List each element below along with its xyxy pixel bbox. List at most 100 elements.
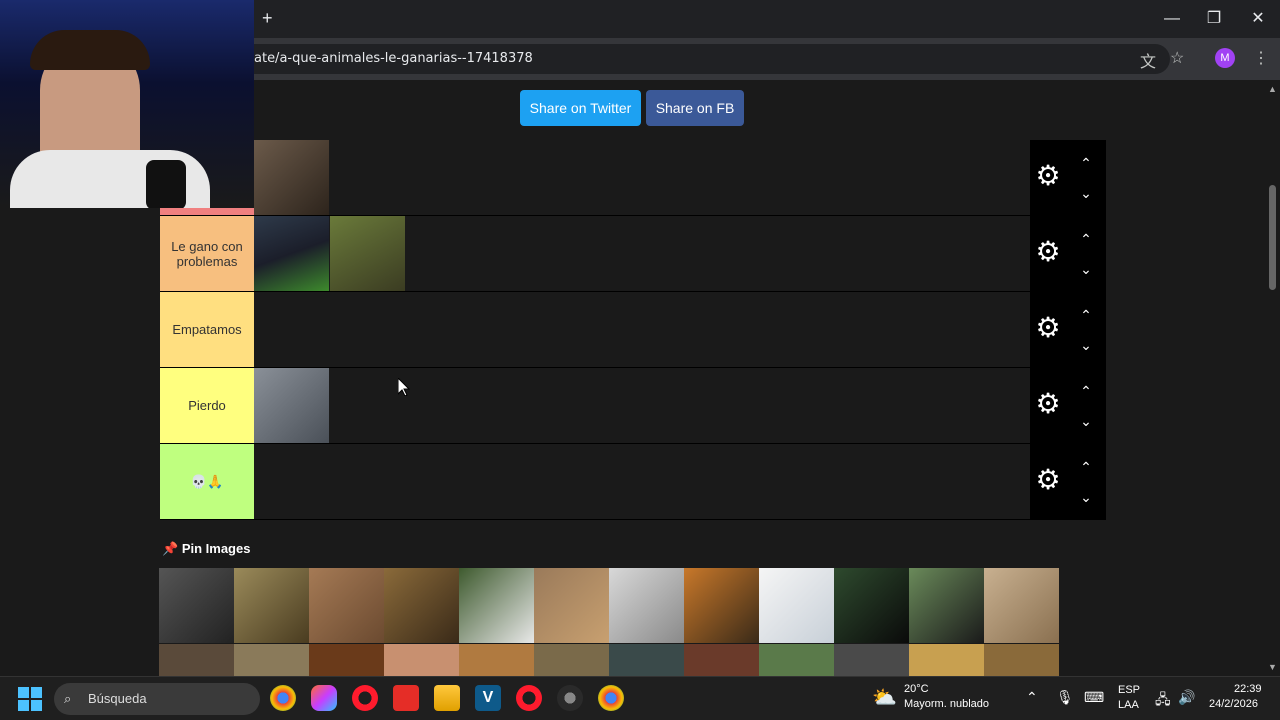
taskbar-search[interactable]: ⌕ Búsqueda xyxy=(54,683,260,715)
animal-tile-mandrill[interactable] xyxy=(159,568,234,643)
scroll-up-icon[interactable]: ▲ xyxy=(1268,84,1277,94)
animal-tile-row2-7[interactable] xyxy=(609,644,684,676)
tier-row-3: Empatamos ⚙ ⌃ ⌄ xyxy=(160,292,1106,368)
animal-tile-tiger[interactable] xyxy=(684,568,759,643)
weather-temp[interactable]: 20°C xyxy=(904,683,929,695)
webcam-overlay xyxy=(0,0,254,208)
chevron-up-icon[interactable]: ⌃ xyxy=(1076,232,1096,246)
tier-dropzone[interactable] xyxy=(254,368,1030,443)
youtube-app-icon[interactable] xyxy=(393,685,419,711)
animal-tile-polar-bear[interactable] xyxy=(759,568,834,643)
bookmark-star-icon[interactable]: ☆ xyxy=(1170,48,1184,68)
search-label: Búsqueda xyxy=(88,691,147,706)
animal-tile-row2-12[interactable] xyxy=(984,644,1059,676)
clock-date[interactable]: 24/2/2026 xyxy=(1209,698,1258,710)
share-twitter-button[interactable]: Share on Twitter xyxy=(520,90,641,126)
minimize-button[interactable]: — xyxy=(1150,0,1194,38)
tier-dropzone[interactable] xyxy=(254,444,1030,519)
clock-time[interactable]: 22:39 xyxy=(1234,683,1262,695)
menu-dots-icon[interactable]: ⋮ xyxy=(1253,48,1269,68)
tier-dropzone[interactable] xyxy=(254,140,1030,215)
gear-icon[interactable]: ⚙ xyxy=(1034,238,1062,266)
animal-tile-turkey[interactable] xyxy=(254,368,329,443)
weather-cloud-icon: ⛅ xyxy=(872,687,897,709)
copilot-app-icon[interactable] xyxy=(311,685,337,711)
scroll-down-icon[interactable]: ▼ xyxy=(1268,662,1277,672)
tier-dropzone[interactable] xyxy=(254,292,1030,367)
language-label[interactable]: ESP xyxy=(1118,684,1140,696)
taskbar: ⌕ Búsqueda V ⛅ 20°C Mayorm. nublado ⌃ 🎙 … xyxy=(0,676,1280,720)
tier-label[interactable]: 💀🙏 xyxy=(160,444,254,519)
tier-label[interactable]: Empatamos xyxy=(160,292,254,367)
scrollbar[interactable]: ▲ ▼ xyxy=(1266,80,1280,676)
search-icon: ⌕ xyxy=(64,691,72,706)
weather-desc[interactable]: Mayorm. nublado xyxy=(904,698,989,710)
chevron-up-icon[interactable]: ⌃ xyxy=(1076,384,1096,398)
pin-images-heading: 📌 Pin Images xyxy=(162,541,250,557)
chevron-up-icon[interactable]: ⌃ xyxy=(1076,308,1096,322)
animal-tile-row2-5[interactable] xyxy=(459,644,534,676)
tier-label[interactable]: Pierdo xyxy=(160,368,254,443)
animal-tile-german-shepherd[interactable] xyxy=(384,568,459,643)
gear-icon[interactable]: ⚙ xyxy=(1034,466,1062,494)
animal-tile-crocodile[interactable] xyxy=(309,568,384,643)
animal-tile-anteater[interactable] xyxy=(254,140,329,215)
new-tab-button[interactable]: + xyxy=(262,8,273,29)
tier-dropzone[interactable] xyxy=(254,216,1030,291)
opera-app-icon[interactable] xyxy=(352,685,378,711)
animal-tile-panda[interactable] xyxy=(459,568,534,643)
network-icon[interactable]: 🖧 xyxy=(1155,689,1171,713)
animal-tile-row2-8[interactable] xyxy=(684,644,759,676)
chrome-app-icon[interactable] xyxy=(270,685,296,711)
animal-tile-row2-9[interactable] xyxy=(759,644,834,676)
chevron-down-icon[interactable]: ⌄ xyxy=(1076,338,1096,352)
animal-tile-wild-dog[interactable] xyxy=(534,568,609,643)
opera-gx-app-icon[interactable] xyxy=(516,685,542,711)
microphone-icon[interactable]: 🎙 xyxy=(1056,689,1074,706)
gear-icon[interactable]: ⚙ xyxy=(1034,314,1062,342)
chevron-up-tray-icon[interactable]: ⌃ xyxy=(1026,689,1038,706)
chevron-up-icon[interactable]: ⌃ xyxy=(1076,460,1096,474)
chrome-profile-app-icon[interactable] xyxy=(598,685,624,711)
url-text[interactable]: ate/a-que-animales-le-ganarias--17418378 xyxy=(254,51,533,66)
share-fb-button[interactable]: Share on FB xyxy=(646,90,744,126)
animal-tile-row2-3[interactable] xyxy=(309,644,384,676)
tier-label[interactable]: Le gano con problemas xyxy=(160,216,254,291)
chevron-up-icon[interactable]: ⌃ xyxy=(1076,156,1096,170)
volume-icon[interactable]: 🔊 xyxy=(1178,689,1195,706)
animal-tile-black-bear[interactable] xyxy=(834,568,909,643)
webcam-hair xyxy=(30,30,150,70)
tier-row-2: Le gano con problemas ⚙ ⌃ ⌄ xyxy=(160,216,1106,292)
chevron-down-icon[interactable]: ⌄ xyxy=(1076,186,1096,200)
chevron-down-icon[interactable]: ⌄ xyxy=(1076,262,1096,276)
obs-app-icon[interactable] xyxy=(557,685,583,711)
animal-tile-kangal[interactable] xyxy=(984,568,1059,643)
animal-tile-snow-leopard[interactable] xyxy=(609,568,684,643)
animal-tile-row2-10[interactable] xyxy=(834,644,909,676)
close-button[interactable]: ✕ xyxy=(1236,0,1280,38)
tier-controls: ⚙ ⌃ ⌄ xyxy=(1030,140,1106,216)
gear-icon[interactable]: ⚙ xyxy=(1034,390,1062,418)
animal-tile-eagle[interactable] xyxy=(330,216,405,291)
animal-tile-anaconda[interactable] xyxy=(234,568,309,643)
animal-tile-row2-4[interactable] xyxy=(384,644,459,676)
keyboard-icon[interactable]: ⌨ xyxy=(1084,689,1104,706)
restore-button[interactable]: ❐ xyxy=(1192,0,1236,38)
chevron-down-icon[interactable]: ⌄ xyxy=(1076,414,1096,428)
layout-label[interactable]: LAA xyxy=(1118,699,1139,711)
animal-tile-row2-11[interactable] xyxy=(909,644,984,676)
animal-tile-row2-1[interactable] xyxy=(159,644,234,676)
scrollbar-thumb[interactable] xyxy=(1269,185,1276,290)
chevron-down-icon[interactable]: ⌄ xyxy=(1076,490,1096,504)
animal-tile-cassowary[interactable] xyxy=(254,216,329,291)
animal-tile-row2-6[interactable] xyxy=(534,644,609,676)
windows-start-icon[interactable] xyxy=(18,687,42,711)
profile-avatar[interactable]: M xyxy=(1215,48,1235,68)
tier-controls: ⚙ ⌃ ⌄ xyxy=(1030,292,1106,368)
vegas-app-icon[interactable]: V xyxy=(475,685,501,711)
translate-icon[interactable]: 文 xyxy=(1140,48,1156,72)
animal-tile-row2-2[interactable] xyxy=(234,644,309,676)
gear-icon[interactable]: ⚙ xyxy=(1034,162,1062,190)
file-explorer-icon[interactable] xyxy=(434,685,460,711)
animal-tile-rottweiler[interactable] xyxy=(909,568,984,643)
